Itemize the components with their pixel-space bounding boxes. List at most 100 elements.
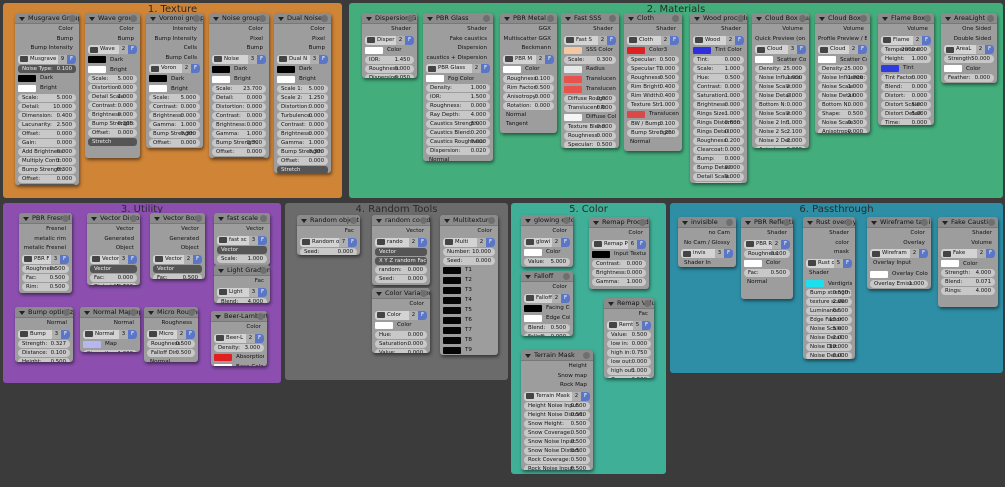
- fake-user-button[interactable]: F: [561, 293, 570, 303]
- node-group-selector[interactable]: Disper 2 F: [365, 35, 414, 45]
- value-slider[interactable]: Gain: 0.000: [18, 138, 76, 147]
- node-preview-icon[interactable]: [193, 15, 200, 22]
- dropdown[interactable]: Vector: [217, 245, 267, 254]
- value-slider[interactable]: Height Noise Input: 0.500: [524, 401, 590, 410]
- value-slider[interactable]: Contrast: 0.000: [693, 82, 744, 91]
- node-preview-icon[interactable]: [924, 15, 931, 22]
- node-preview-icon[interactable]: [188, 309, 195, 316]
- node-header[interactable]: PBR Metal: [500, 13, 557, 24]
- node-arealight[interactable]: AreaLight One Sided Double Sided AreaL 2 F Str…: [941, 13, 997, 83]
- node-lightgrad[interactable]: Light Gradient Fac Light 3 F Blend: 4.000: [214, 265, 270, 303]
- color-swatch[interactable]: [149, 75, 167, 82]
- color-swatch[interactable]: [214, 363, 232, 366]
- node-group-selector[interactable]: Remap Pro6F: [592, 239, 646, 249]
- node-header[interactable]: Fast SSS: [561, 13, 619, 24]
- color-swatch[interactable]: [443, 266, 461, 274]
- node-colorvar[interactable]: Color Variation Color Color 2 F Color Hue: 0.00…: [372, 288, 430, 353]
- value-slider[interactable]: Detail Level:0.000: [693, 181, 744, 183]
- node-header[interactable]: PBR Glass: [423, 13, 493, 24]
- value-slider[interactable]: Dispersion: 0.050: [365, 73, 414, 78]
- node-bumpopt[interactable]: Bump optimizedNormalBump3FStrength:0.327…: [15, 307, 73, 362]
- node-preview-icon[interactable]: [987, 15, 994, 22]
- fake-user-button[interactable]: F: [486, 237, 495, 247]
- node-preview-icon[interactable]: [130, 215, 137, 222]
- color-input[interactable]: Translucent C: [564, 85, 616, 94]
- value-slider[interactable]: Fac: 0.500: [22, 273, 69, 282]
- color-swatch[interactable]: [149, 85, 167, 92]
- node-pbrglass[interactable]: PBR Glass Shader Fake caustics Dispersion ca…: [423, 13, 493, 161]
- value-slider[interactable]: Noise Dist: 10.000: [806, 343, 852, 351]
- color-swatch[interactable]: [881, 64, 899, 72]
- node-preview-icon[interactable]: [407, 15, 414, 22]
- value-slider[interactable]: Height: 1.000: [881, 54, 931, 63]
- node-group-selector[interactable]: Micro 2 F: [147, 329, 195, 339]
- node-randomcoord[interactable]: random coordi...Vectorrando2FVectorX Y Z…: [372, 215, 430, 285]
- node-preview-icon[interactable]: [420, 290, 427, 297]
- texture-color-input[interactable]: T5: [443, 306, 495, 315]
- node-multitexture[interactable]: Multitexture Color Multi 2 F Number: 10.000 See…: [440, 215, 498, 355]
- value-slider[interactable]: Multiply Contr: 1.000: [18, 156, 76, 165]
- node-preview-icon[interactable]: [547, 15, 554, 22]
- color-input[interactable]: Map: [83, 340, 137, 349]
- texture-color-input[interactable]: T1: [443, 266, 495, 275]
- node-preview-icon[interactable]: [260, 267, 267, 274]
- value-slider[interactable]: Strength: 0.327: [18, 339, 70, 348]
- value-slider[interactable]: Roughness: 0.500: [22, 264, 69, 273]
- value-slider[interactable]: low out: 0.000: [607, 357, 651, 366]
- color-swatch[interactable]: [443, 286, 461, 294]
- fake-user-button[interactable]: F: [128, 254, 137, 264]
- value-slider[interactable]: Detail Scale: 0.000: [693, 172, 744, 181]
- fake-user-button[interactable]: F: [781, 239, 790, 249]
- value-slider[interactable]: Brightness: 0.000: [212, 120, 266, 129]
- texture-color-input[interactable]: T9: [443, 346, 495, 355]
- value-slider[interactable]: Scale 1: 5.000: [277, 84, 328, 93]
- value-slider[interactable]: Rim Factor: 0.500: [503, 83, 554, 92]
- node-header[interactable]: Vector Box: [150, 213, 205, 224]
- dropdown[interactable]: Vector: [90, 264, 137, 273]
- node-preview-icon[interactable]: [321, 15, 328, 22]
- color-swatch[interactable]: [443, 326, 461, 334]
- value-slider[interactable]: Translucent R: 0.000: [564, 103, 616, 112]
- value-slider[interactable]: Anisotropy:0.000: [503, 92, 554, 101]
- node-header[interactable]: Multitexture: [440, 215, 498, 226]
- color-input[interactable]: Edge Color: [524, 314, 570, 323]
- fake-user-button[interactable]: F: [418, 310, 427, 320]
- value-slider[interactable]: Gamma:2.500: [607, 375, 651, 378]
- value-slider[interactable]: Gamma: 1.000: [277, 138, 328, 147]
- node-wave[interactable]: Wave group Color Bump Wave 2 F Dark Bright Scale…: [85, 13, 140, 158]
- texture-color-input[interactable]: T2: [443, 276, 495, 285]
- color-input[interactable]: Base Color: [214, 363, 264, 366]
- value-slider[interactable]: Strength: 4.000: [941, 269, 995, 277]
- node-preview-icon[interactable]: [488, 217, 495, 224]
- value-slider[interactable]: high out: 1.000: [607, 366, 651, 375]
- node-group-selector[interactable]: Vector 3 F: [90, 254, 137, 264]
- node-preview-icon[interactable]: [260, 215, 267, 222]
- value-slider[interactable]: Scale: 1.000: [693, 64, 744, 73]
- value-slider[interactable]: Roughness: 0.100: [503, 74, 554, 83]
- value-slider[interactable]: Contrast: 0.000: [277, 120, 328, 129]
- node-header[interactable]: Noise group: [209, 13, 269, 24]
- node-rustoverlay[interactable]: Rust overlayShadercolormaskRust ove5FSha…: [803, 217, 855, 359]
- node-group-selector[interactable]: Cloud 3 F: [755, 45, 806, 54]
- value-slider[interactable]: Detail: 10.000: [18, 102, 76, 111]
- node-cloudbox2[interactable]: Cloud Box Volume Profile Preview / Box Sid…: [815, 13, 870, 133]
- color-swatch[interactable]: [818, 56, 836, 63]
- node-preview-icon[interactable]: [845, 219, 852, 226]
- node-invisible[interactable]: invisible no Cam No Cam / Glossy invis 3 F Sha…: [678, 217, 736, 267]
- node-pbrmetal[interactable]: PBR Metal GGX Multiscatter GGX Beckmann PBR …: [500, 13, 557, 133]
- node-preview-icon[interactable]: [63, 309, 70, 316]
- value-slider[interactable]: Snow Noise Input: 0.500: [524, 437, 590, 446]
- value-slider[interactable]: Fac: 0.500: [744, 268, 790, 277]
- value-slider[interactable]: Number: 10.000: [443, 247, 495, 256]
- node-terrainmask[interactable]: Terrain Mask Height Snow map Rock Map Terrai…: [521, 350, 593, 470]
- node-group-selector[interactable]: Fake 2 F: [941, 249, 995, 258]
- value-slider[interactable]: Scale: 23.700: [212, 84, 266, 93]
- node-remapproc[interactable]: Remap ProceduralColorRemap Pro6FInput Te…: [589, 217, 649, 289]
- color-swatch[interactable]: [564, 46, 582, 54]
- color-swatch[interactable]: [693, 46, 711, 54]
- color-input[interactable]: Tint: [881, 64, 931, 73]
- value-slider[interactable]: Lacunarity: 2.500: [18, 120, 76, 129]
- value-slider[interactable]: Noise 2 Inf: 1.000: [755, 119, 806, 127]
- color-input[interactable]: Color: [524, 248, 570, 257]
- value-slider[interactable]: Strength: 1.000: [83, 349, 137, 352]
